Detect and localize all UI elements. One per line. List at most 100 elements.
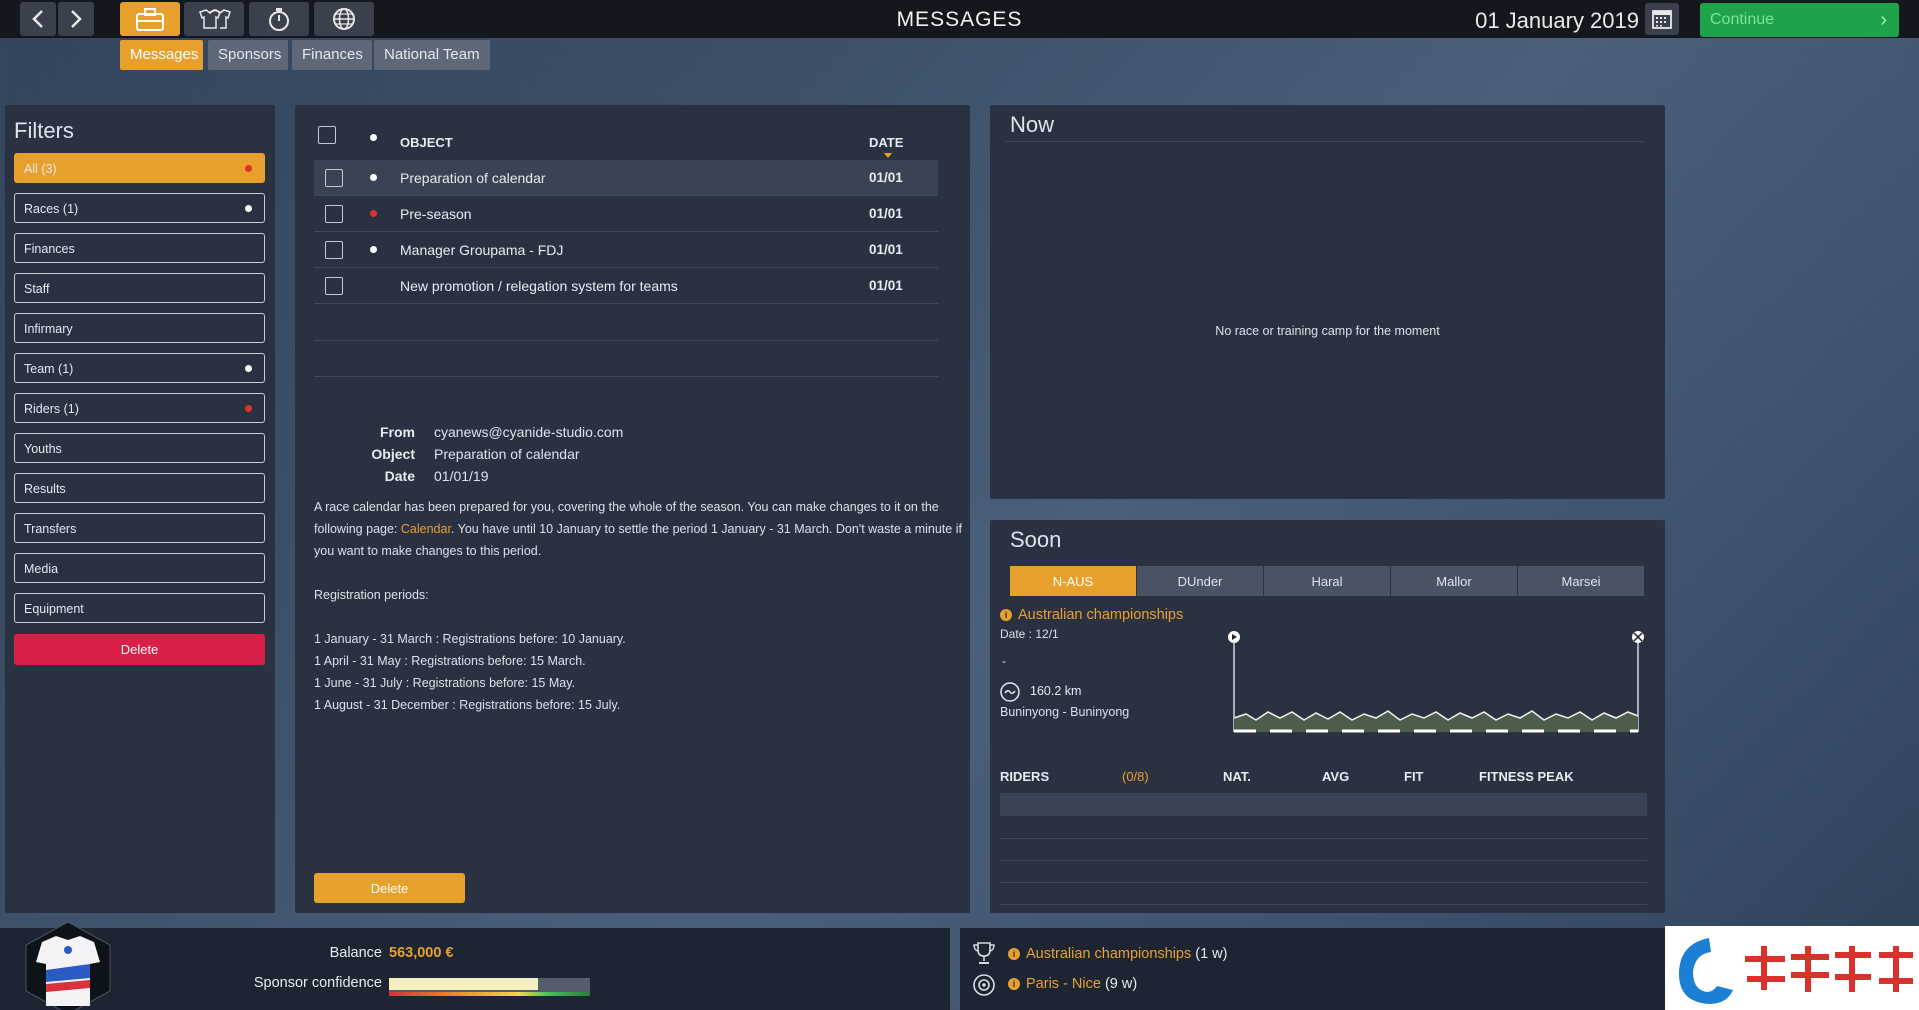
confidence-scale bbox=[389, 992, 590, 996]
registration-line: 1 April - 31 May : Registrations before:… bbox=[314, 654, 586, 668]
race-tab-dunder[interactable]: DUnder bbox=[1137, 566, 1263, 596]
balance-label: Balance bbox=[329, 945, 382, 961]
message-row[interactable]: Pre-season 01/01 bbox=[314, 196, 938, 232]
filter-riders[interactable]: Riders (1) bbox=[14, 393, 265, 423]
continue-label: Continue bbox=[1710, 11, 1775, 28]
tab-sponsors[interactable]: Sponsors bbox=[208, 40, 288, 70]
filter-label: Finances bbox=[24, 242, 75, 256]
filter-races[interactable]: Races (1) bbox=[14, 193, 265, 223]
info-icon: i bbox=[1000, 609, 1012, 621]
filter-equipment[interactable]: Equipment bbox=[14, 593, 265, 623]
rider-row bbox=[1000, 838, 1647, 839]
flat-stage-icon bbox=[1000, 682, 1020, 702]
balance-value: 563,000 € bbox=[389, 945, 454, 961]
trophy-icon bbox=[973, 942, 995, 964]
message-date: 01/01 bbox=[869, 242, 903, 257]
race-tab-n-aus[interactable]: N-AUS bbox=[1010, 566, 1136, 596]
message-object: Pre-season bbox=[400, 206, 472, 222]
unread-dot-icon bbox=[245, 165, 252, 172]
now-empty-text: No race or training camp for the moment bbox=[1215, 324, 1440, 338]
now-title: Now bbox=[1010, 112, 1055, 137]
message-checkbox[interactable] bbox=[325, 205, 343, 223]
unread-dot-icon bbox=[370, 174, 377, 181]
filter-label: Races (1) bbox=[24, 202, 79, 216]
filter-label: Equipment bbox=[24, 602, 84, 616]
delete-message-button[interactable]: Delete bbox=[314, 873, 465, 903]
calendar-link[interactable]: Calendar bbox=[401, 522, 451, 536]
nat-header: NAT. bbox=[1223, 769, 1251, 784]
object-column-header[interactable]: OBJECT bbox=[400, 135, 453, 150]
filter-youths[interactable]: Youths bbox=[14, 433, 265, 463]
race-tab-marsei[interactable]: Marsei bbox=[1518, 566, 1644, 596]
upcoming-races-bar bbox=[960, 928, 1665, 1010]
registration-line: 1 August - 31 December : Registrations b… bbox=[314, 698, 621, 712]
message-object: New promotion / relegation system for te… bbox=[400, 278, 678, 294]
filter-all[interactable]: All (3) bbox=[14, 153, 265, 183]
race-extra: - bbox=[1002, 654, 1006, 668]
object-label: Object bbox=[371, 446, 415, 462]
sponsor-confidence-label: Sponsor confidence bbox=[253, 975, 382, 991]
tab-national-team[interactable]: National Team bbox=[374, 40, 490, 70]
rider-row bbox=[1000, 882, 1647, 883]
race-tab-haral[interactable]: Haral bbox=[1264, 566, 1390, 596]
filter-label: Media bbox=[24, 562, 59, 576]
filter-label: Youths bbox=[24, 442, 62, 456]
calendar-icon bbox=[1652, 10, 1672, 29]
riders-header: RIDERS bbox=[1000, 769, 1050, 784]
upcoming-race-name: Australian championships bbox=[1026, 946, 1192, 962]
filter-label: Riders (1) bbox=[24, 402, 79, 416]
filter-label: Results bbox=[24, 482, 66, 496]
filters-title: Filters bbox=[14, 118, 74, 143]
message-checkbox[interactable] bbox=[325, 277, 343, 295]
race-target-icon bbox=[973, 974, 995, 996]
message-date: 01/01 bbox=[869, 206, 903, 221]
filter-label: All (3) bbox=[24, 162, 57, 176]
now-panel bbox=[990, 105, 1665, 499]
filter-finances[interactable]: Finances bbox=[14, 233, 265, 263]
race-tab-mallor[interactable]: Mallor bbox=[1391, 566, 1517, 596]
filter-team[interactable]: Team (1) bbox=[14, 353, 265, 383]
delete-filter-button[interactable]: Delete bbox=[14, 634, 265, 665]
filter-results[interactable]: Results bbox=[14, 473, 265, 503]
message-object: Preparation of calendar bbox=[400, 170, 546, 186]
filter-label: Team (1) bbox=[24, 362, 74, 376]
soon-title: Soon bbox=[1010, 527, 1062, 552]
filter-label: Infirmary bbox=[24, 322, 73, 336]
fitness-peak-header: FITNESS PEAK bbox=[1479, 769, 1574, 784]
message-row[interactable]: Manager Groupama - FDJ 01/01 bbox=[314, 232, 938, 268]
message-row[interactable]: Preparation of calendar 01/01 bbox=[314, 160, 938, 196]
unread-header-icon bbox=[370, 134, 377, 141]
message-checkbox[interactable] bbox=[325, 169, 343, 187]
registration-title: Registration periods: bbox=[314, 588, 429, 602]
rider-row bbox=[1000, 860, 1647, 861]
tab-finances[interactable]: Finances bbox=[292, 40, 372, 70]
list-divider bbox=[314, 376, 938, 377]
filter-label: Staff bbox=[24, 282, 50, 296]
select-all-checkbox[interactable] bbox=[318, 126, 336, 144]
filter-media[interactable]: Media bbox=[14, 553, 265, 583]
message-date: 01/01 bbox=[869, 278, 903, 293]
message-checkbox[interactable] bbox=[325, 241, 343, 259]
filter-infirmary[interactable]: Infirmary bbox=[14, 313, 265, 343]
from-value: cyanews@cyanide-studio.com bbox=[434, 424, 624, 440]
tab-messages[interactable]: Messages bbox=[120, 40, 203, 70]
upcoming-race[interactable]: Australian championships (1 w) bbox=[1026, 946, 1228, 962]
continue-button[interactable]: Continue › bbox=[1700, 3, 1899, 37]
calendar-button[interactable] bbox=[1645, 3, 1679, 35]
date-label: Date bbox=[384, 468, 415, 484]
message-row[interactable]: New promotion / relegation system for te… bbox=[314, 268, 938, 304]
upcoming-race-when: (9 w) bbox=[1104, 976, 1138, 992]
rider-row bbox=[1000, 904, 1647, 905]
upcoming-race[interactable]: Paris - Nice (9 w) bbox=[1026, 976, 1137, 992]
filter-staff[interactable]: Staff bbox=[14, 273, 265, 303]
filter-transfers[interactable]: Transfers bbox=[14, 513, 265, 543]
team-jersey-icon[interactable] bbox=[8, 918, 128, 1010]
team-summary-bar bbox=[0, 928, 950, 1010]
filters-panel bbox=[5, 105, 275, 913]
date-column-header[interactable]: DATE bbox=[869, 135, 903, 150]
from-label: From bbox=[380, 424, 415, 440]
unread-dot-icon bbox=[245, 205, 252, 212]
sponsor-confidence-fill bbox=[389, 978, 538, 990]
message-body: A race calendar has been prepared for yo… bbox=[314, 496, 964, 716]
race-name[interactable]: Australian championships bbox=[1018, 607, 1183, 623]
